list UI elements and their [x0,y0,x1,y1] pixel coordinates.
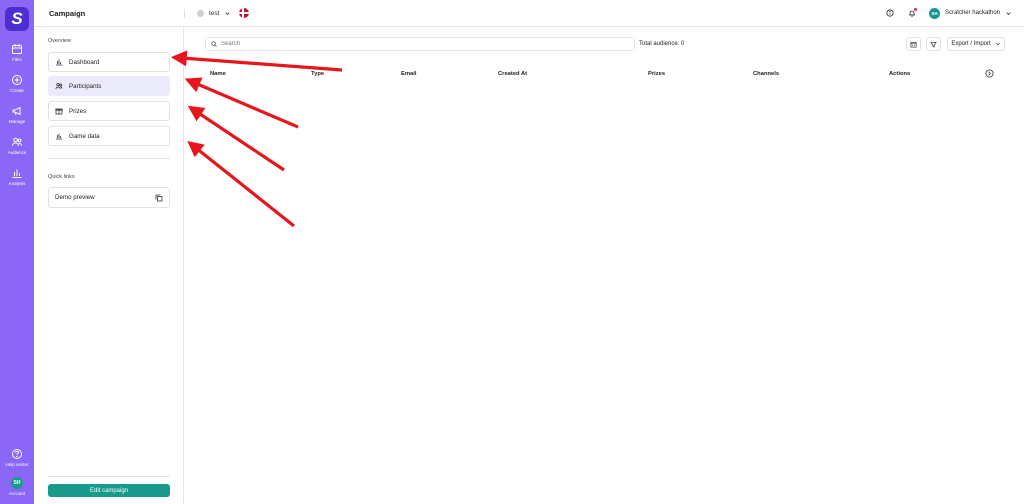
rail-item-manage[interactable]: Manage [9,105,25,124]
calendar-filter-button[interactable] [906,37,921,51]
app-root: S Files Create Manage Audience Analysis … [0,0,1024,504]
edit-campaign-button[interactable]: Edit campaign [48,484,170,497]
info-button[interactable] [885,8,895,18]
sidebar-item-game-data[interactable]: Game data [48,126,170,146]
column-header-type[interactable]: Type [311,71,324,77]
demo-preview-link[interactable]: Demo preview [48,187,170,208]
rail-item-label: Analysis [8,181,26,186]
bar-chart-icon [12,169,22,178]
bar-chart-icon [56,133,62,140]
column-header-actions[interactable]: Actions [889,71,910,77]
export-import-label: Export / Import [951,41,991,47]
participants-main: Total audience: 0 Export / Import Name T… [185,27,1024,504]
rail-account-label: Account [8,491,26,496]
sidebar-divider [48,158,170,159]
campaign-name: test [209,9,220,17]
quick-links-label: Quick links [48,174,75,180]
column-settings-icon[interactable] [985,69,994,78]
sidebar-item-label: Participants [69,82,102,90]
user-name: Scratcher hackathon [944,10,1000,16]
chevron-down-icon [995,42,1000,46]
sidebar-item-label: Game data [69,132,100,140]
user-avatar: SH [928,7,940,19]
column-header-channels[interactable]: Channels [753,71,779,77]
demo-preview-label: Demo preview [55,194,95,201]
filter-button[interactable] [926,37,941,51]
campaign-sidebar: Overview Dashboard Participants Prizes G… [34,27,184,504]
bar-chart-icon [56,59,62,66]
account-avatar: SH [10,477,23,489]
users-icon [55,82,63,90]
export-import-dropdown[interactable]: Export / Import [947,37,1005,51]
header-actions: SH Scratcher hackathon [885,7,1012,19]
total-audience: Total audience: 0 [639,41,685,47]
calendar-icon [12,44,22,54]
sidebar-item-dashboard[interactable]: Dashboard [48,52,170,72]
user-menu[interactable]: SH Scratcher hackathon [928,7,1012,19]
copy-icon [155,194,163,201]
rail-help-label: Help center [5,462,29,467]
search-icon [211,41,217,47]
rail-item-label: Files [12,57,22,62]
users-icon [11,137,22,147]
help-icon [11,449,22,459]
sidebar-item-prizes[interactable]: Prizes [48,101,170,121]
rail-item-create[interactable]: Create [10,74,24,93]
sidebar-bottom-divider [48,476,170,477]
top-header: Campaign test SH Scratcher hackathon [34,0,1024,27]
rail-item-analysis[interactable]: Analysis [8,167,26,186]
notifications-button[interactable] [907,8,917,18]
notification-badge [913,8,917,11]
filter-icon [930,41,937,48]
page-title: Campaign [49,8,86,18]
rail-bottom: Help center SH Account [0,438,34,496]
overview-label: Overview [48,38,71,44]
rail-item-audience[interactable]: Audience [7,136,27,155]
icon-rail: S Files Create Manage Audience Analysis … [0,0,34,504]
rail-item-files[interactable]: Files [11,43,23,62]
campaign-status-dot [197,9,204,17]
megaphone-icon [12,106,21,116]
denmark-flag-icon[interactable] [239,8,250,18]
sidebar-item-participants[interactable]: Participants [48,76,170,96]
rail-item-label: Create [10,88,24,93]
sidebar-item-label: Dashboard [69,58,100,66]
rail-item-help[interactable]: Help center [5,448,29,467]
column-header-created-at[interactable]: Created At [498,71,527,77]
search-box[interactable] [205,37,635,51]
chevron-down-icon [1006,11,1011,15]
rail-item-label: Manage [8,119,26,124]
plus-circle-icon [11,75,22,85]
info-icon [886,9,894,17]
calendar-icon [910,41,917,47]
chevron-down-icon [225,11,231,15]
column-header-email[interactable]: Email [401,71,416,77]
gift-icon [55,108,63,115]
app-logo[interactable]: S [5,7,29,31]
rail-item-account[interactable]: SH Account [9,477,25,496]
column-header-prizes[interactable]: Prizes [648,71,665,77]
header-divider [184,9,185,18]
column-header-name[interactable]: Name [210,71,226,77]
search-input[interactable] [221,41,601,47]
campaign-selector[interactable]: test [197,8,250,18]
rail-item-label: Audience [7,150,27,155]
sidebar-item-label: Prizes [69,107,87,115]
